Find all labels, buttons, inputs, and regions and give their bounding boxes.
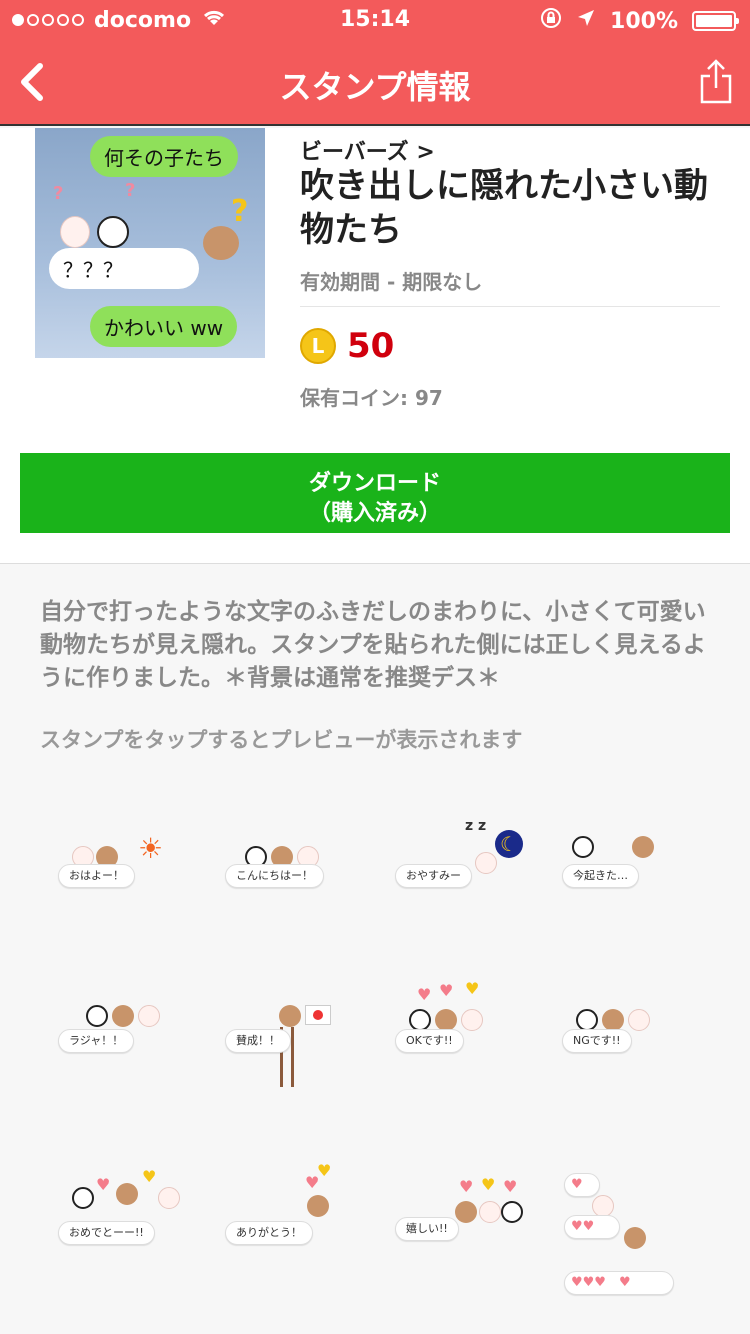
divider [300,306,720,307]
sticker-9[interactable]: ♥ ♥ おめでとーー!! [58,1165,208,1295]
bear-illustration [112,1005,134,1027]
moon-icon: ☾ [495,830,523,858]
bear-illustration [632,836,654,858]
panda-illustration [409,1009,431,1031]
status-bar: docomo 15:14 100% [0,0,750,40]
sticker-6[interactable]: 賛成！！ [225,985,375,1115]
sticker-bubble: おめでとーー!! [58,1221,155,1245]
sticker-10[interactable]: ♥ ♥ ありがとう！ [225,1161,375,1295]
bunny-illustration [628,1009,650,1031]
download-sublabel: （購入済み） [308,500,441,525]
bunny-illustration [479,1201,501,1223]
bear-illustration [279,1005,301,1027]
sun-icon: ☀ [138,832,164,865]
question-mark-icon: ? [53,183,64,204]
sticker-bubble: 今起きた… [562,864,639,888]
validity-text: 有効期間 - 期限なし [300,270,483,294]
bunny-illustration [592,1195,614,1217]
thumb-bubble-1: 何その子たち [90,136,238,177]
sticker-bubble: こんにちはー！ [225,864,324,888]
sticker-bubble: 賛成！！ [225,1029,291,1053]
sticker-bubble: NGです!! [562,1029,632,1053]
sticker-bubble: ♥ [564,1173,600,1197]
sticker-thumbnail: 何その子たち ? ? ? ？？？ かわいい ww [35,128,265,358]
share-icon [700,59,732,104]
bunny-illustration [60,216,90,248]
heart-icon: ♥ [481,1175,496,1194]
panda-illustration [576,1009,598,1031]
heart-icon: ♥ [465,979,480,998]
sticker-4[interactable]: 今起きた… [562,810,712,940]
sticker-bubble: ♥♥♥ ♥ [564,1271,674,1295]
bear-illustration [602,1009,624,1031]
download-button[interactable]: ダウンロード （購入済み） [20,453,730,533]
sticker-2[interactable]: こんにちはー！ [225,810,375,940]
coin-icon: L [300,328,336,364]
battery-percent: 100% [610,8,678,34]
question-mark-icon: ? [231,194,249,229]
description: 自分で打ったような文字のふきだしのまわりに、小さくて可愛い動物たちが見え隠れ。ス… [40,599,706,691]
panda-illustration [501,1201,523,1223]
panda-illustration [86,1005,108,1027]
bunny-illustration [475,852,497,874]
bear-illustration [455,1201,477,1223]
sticker-7[interactable]: ♥ ♥ ♥ OKです!! [395,979,545,1115]
sticker-12[interactable]: ♥ ♥♥ ♥♥♥ ♥ [562,1165,712,1305]
panda-illustration [572,836,594,858]
thumb-bubble-3: かわいい ww [90,306,238,347]
nav-bar: スタンプ情報 [0,40,750,126]
bear-illustration [624,1227,646,1249]
sleep-icon: z z [465,818,487,834]
sticker-bubble: おやすみー [395,864,472,888]
bear-illustration [116,1183,138,1205]
heart-icon: ♥ [96,1175,111,1194]
heart-icon: ♥ [317,1161,332,1180]
owned-coins: 保有コイン: 97 [300,386,443,410]
sticker-bubble: OKです!! [395,1029,464,1053]
sticker-bubble: ラジャ！！ [58,1029,135,1053]
bunny-illustration [461,1009,483,1031]
sticker-5[interactable]: ラジャ！！ [58,985,208,1115]
bear-illustration [307,1195,329,1217]
bunny-illustration [158,1187,180,1209]
heart-icon: ♥ [417,985,432,1004]
bear-illustration [203,226,239,260]
panda-illustration [72,1187,94,1209]
price: 50 [347,326,395,366]
heart-icon: ♥ [503,1177,518,1196]
sticker-8[interactable]: NGです!! [562,985,712,1115]
product-title: 吹き出しに隠れた小さい動物たち [300,166,708,251]
flag-icon [305,1005,331,1025]
rotation-lock-icon [540,7,562,35]
sticker-bubble: おはよー！ [58,864,135,888]
panda-illustration [97,216,129,248]
sticker-3[interactable]: z z ☾ おやすみー [395,810,545,940]
heart-icon: ♥ [142,1167,157,1186]
page-title: スタンプ情報 [279,68,471,106]
sticker-11[interactable]: ♥ ♥ ♥ 嬉しい!! [395,1165,545,1295]
sticker-bubble: ありがとう！ [225,1221,313,1245]
battery-icon [692,11,739,31]
preview-hint: スタンプをタップするとプレビューが表示されます [40,728,523,752]
bear-illustration [435,1009,457,1031]
author-link[interactable]: ビーバーズ > [300,134,435,166]
thumb-bubble-2: ？？？ [49,248,199,289]
question-mark-icon: ? [125,180,136,201]
bunny-illustration [138,1005,160,1027]
share-button[interactable] [698,58,734,106]
download-label: ダウンロード [308,470,441,495]
status-right: 100% [540,7,739,35]
sticker-bubble: ♥♥ [564,1215,620,1239]
location-icon [576,8,596,34]
sticker-bubble: 嬉しい!! [395,1217,459,1241]
heart-icon: ♥ [439,981,454,1000]
heart-icon: ♥ [459,1177,474,1196]
sticker-1[interactable]: ☀ おはよー！ [58,810,208,940]
product-info: 何その子たち ? ? ? ？？？ かわいい ww ビーバーズ > 吹き出しに隠れ… [0,128,750,564]
